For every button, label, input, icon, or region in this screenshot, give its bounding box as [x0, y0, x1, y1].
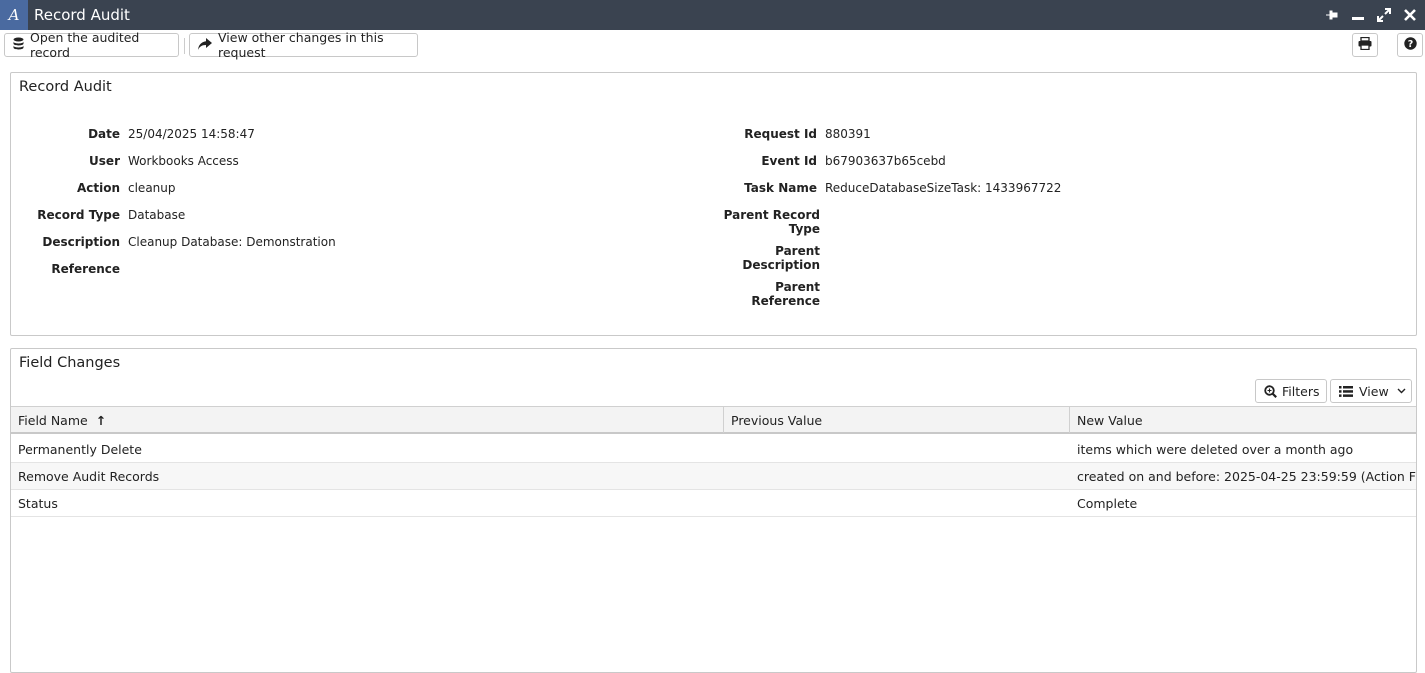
- request-id-value: 880391: [825, 127, 871, 141]
- help-button[interactable]: ?: [1397, 33, 1423, 57]
- parent-reference-label: Parent Reference: [751, 280, 820, 308]
- action-value: cleanup: [128, 181, 176, 195]
- filters-label: Filters: [1282, 383, 1320, 399]
- previous-value-cell: [724, 490, 1070, 516]
- view-other-changes-label: View other changes in this request: [218, 30, 384, 60]
- view-dropdown-button[interactable]: View: [1330, 379, 1412, 403]
- help-icon: ?: [1403, 37, 1417, 53]
- filters-button[interactable]: Filters: [1255, 379, 1327, 403]
- list-icon: [1339, 385, 1353, 397]
- column-header-previous-value[interactable]: Previous Value: [724, 407, 1070, 433]
- task-name-label: Task Name: [744, 181, 817, 195]
- event-id-value: b67903637b65cebd: [825, 154, 946, 168]
- maximize-icon[interactable]: [1375, 6, 1393, 24]
- title-bar: A Record Audit: [0, 0, 1425, 30]
- sort-ascending-icon: ↑: [95, 412, 107, 428]
- record-audit-panel: Record Audit Date 25/04/2025 14:58:47 Us…: [10, 72, 1417, 336]
- share-arrow-icon: [198, 37, 212, 53]
- previous-value-cell: [724, 463, 1070, 489]
- pin-icon[interactable]: [1323, 6, 1341, 24]
- print-icon: [1358, 36, 1372, 53]
- description-label: Description: [42, 235, 120, 249]
- close-icon[interactable]: [1401, 6, 1419, 24]
- task-name-value: ReduceDatabaseSizeTask: 1433967722: [825, 181, 1062, 195]
- toolbar: Open the audited record View other chang…: [0, 30, 1425, 60]
- reference-label: Reference: [51, 262, 120, 276]
- record-type-label: Record Type: [37, 208, 120, 222]
- date-label: Date: [88, 127, 120, 141]
- print-button[interactable]: [1352, 33, 1378, 57]
- table-row[interactable]: Status Complete: [11, 490, 1416, 517]
- column-header-field-name[interactable]: Field Name ↑: [11, 407, 724, 433]
- parent-description-label: Parent Description: [742, 244, 820, 272]
- grid-header: Field Name ↑ Previous Value New Value: [11, 406, 1416, 434]
- new-value-cell: created on and before: 2025-04-25 23:59:…: [1077, 468, 1416, 484]
- description-value: Cleanup Database: Demonstration: [128, 235, 336, 249]
- toolbar-divider: [184, 38, 185, 54]
- open-audited-record-button[interactable]: Open the audited record: [4, 30, 179, 60]
- field-changes-panel: Field Changes Filters View Field Name ↑ …: [10, 348, 1417, 673]
- field-changes-title: Field Changes: [19, 355, 121, 371]
- view-other-changes-button[interactable]: View other changes in this request: [189, 30, 418, 60]
- window-controls: [1323, 0, 1419, 30]
- event-id-label: Event Id: [761, 154, 817, 168]
- record-type-value: Database: [128, 208, 186, 222]
- user-value: Workbooks Access: [128, 154, 239, 168]
- window-title: Record Audit: [34, 6, 130, 24]
- database-icon: [13, 37, 24, 53]
- field-name-cell: Permanently Delete: [18, 441, 142, 457]
- new-value-cell: Complete: [1077, 495, 1138, 511]
- svg-text:?: ?: [1407, 39, 1413, 50]
- request-id-label: Request Id: [744, 127, 817, 141]
- minimize-icon[interactable]: [1349, 6, 1367, 24]
- previous-value-cell: [724, 436, 1070, 462]
- view-label: View: [1359, 383, 1389, 399]
- record-audit-title: Record Audit: [19, 79, 112, 95]
- table-row[interactable]: Permanently Delete items which were dele…: [11, 436, 1416, 463]
- column-header-new-value[interactable]: New Value: [1070, 407, 1416, 433]
- field-name-cell: Status: [18, 495, 58, 511]
- field-name-cell: Remove Audit Records: [18, 468, 160, 484]
- app-logo-icon: A: [0, 0, 28, 30]
- zoom-search-icon: [1264, 384, 1277, 398]
- table-row[interactable]: Remove Audit Records created on and befo…: [11, 463, 1416, 490]
- date-value: 25/04/2025 14:58:47: [128, 127, 255, 141]
- parent-record-type-label: Parent Record Type: [723, 208, 820, 236]
- open-audited-record-label: Open the audited record: [30, 30, 140, 60]
- new-value-cell: items which were deleted over a month ag…: [1077, 441, 1354, 457]
- chevron-down-icon: [1397, 388, 1406, 394]
- action-label: Action: [76, 181, 120, 195]
- user-label: User: [89, 154, 120, 168]
